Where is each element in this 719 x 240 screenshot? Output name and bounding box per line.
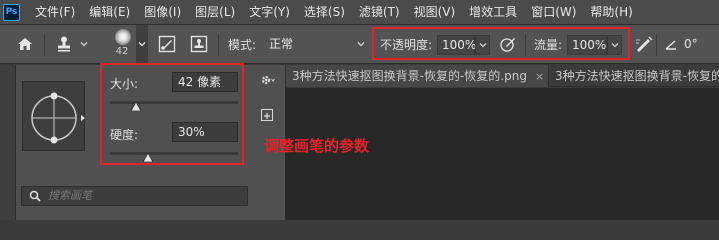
size-slider[interactable] xyxy=(110,101,238,104)
tab-document-2[interactable]: 3种方法快速抠图换背景-恢复的 xyxy=(549,65,719,87)
hardness-slider[interactable] xyxy=(110,152,238,155)
gear-icon xyxy=(261,75,275,85)
angle-value: 0° xyxy=(684,37,698,51)
document-tabs: 3种方法快速抠图换背景-恢复的-恢复的.png × 3种方法快速抠图换背景-恢复的 xyxy=(286,65,719,87)
menu-item[interactable]: 增效工具 xyxy=(462,0,524,24)
pen-pressure-icon xyxy=(500,38,515,52)
search-placeholder: 搜索画笔 xyxy=(48,189,92,202)
new-preset-button[interactable] xyxy=(261,109,273,121)
menu-item[interactable]: 图像(I) xyxy=(137,0,188,24)
chevron-down-icon xyxy=(357,42,365,47)
pressure-opacity-button[interactable] xyxy=(499,25,517,63)
plus-icon xyxy=(264,113,270,119)
size-input[interactable]: 42 像素 xyxy=(172,72,238,92)
brush-settings-button[interactable] xyxy=(158,25,176,63)
hardness-slider-thumb[interactable] xyxy=(143,153,154,162)
menu-item[interactable]: 滤镜(T) xyxy=(352,0,407,24)
brush-size-readout: 42 xyxy=(115,46,129,57)
airbrush-icon xyxy=(636,36,653,52)
photoshop-logo[interactable]: Ps xyxy=(3,3,20,21)
mode-select[interactable]: 正常 xyxy=(265,35,368,55)
chevron-down-icon xyxy=(138,42,146,47)
opacity-input[interactable]: 100% xyxy=(437,35,477,55)
mode-value: 正常 xyxy=(269,37,294,51)
tab-title: 3种方法快速抠图换背景-恢复的 xyxy=(555,69,719,83)
brush-angle-control[interactable]: 0° xyxy=(664,25,698,63)
menu-item[interactable]: 图层(L) xyxy=(188,0,242,24)
size-label: 大小: xyxy=(110,77,139,91)
panel-settings-button[interactable] xyxy=(259,72,275,88)
flow-dropdown[interactable] xyxy=(607,35,622,55)
menu-items: 文件(F) 编辑(E) 图像(I) 图层(L) 文字(Y) 选择(S) 滤镜(T) 视图(V)… xyxy=(28,0,640,24)
brush-tip-icon xyxy=(115,29,131,45)
hardness-label: 硬度: xyxy=(110,128,139,142)
close-icon[interactable]: × xyxy=(535,70,544,83)
brush-preset-picker[interactable]: 42 xyxy=(108,25,148,63)
brush-settings-icon xyxy=(158,35,176,53)
flow-input[interactable]: 100% xyxy=(567,35,607,55)
angle-icon xyxy=(665,40,676,50)
menu-item[interactable]: 编辑(E) xyxy=(82,0,137,24)
tab-title: 3种方法快速抠图换背景-恢复的-恢复的.png xyxy=(292,69,527,83)
home-icon xyxy=(18,38,32,50)
tab-document-1[interactable]: 3种方法快速抠图换背景-恢复的-恢复的.png × xyxy=(286,65,548,87)
airbrush-button[interactable] xyxy=(634,25,654,63)
separator xyxy=(44,34,45,56)
tool-strip xyxy=(0,65,16,220)
hardness-input[interactable]: 30% xyxy=(172,122,238,142)
brush-picker-toggle[interactable] xyxy=(136,25,148,63)
tool-preset-picker[interactable] xyxy=(55,25,89,63)
menu-item[interactable]: 文字(Y) xyxy=(242,0,297,24)
separator xyxy=(525,34,526,56)
menu-item[interactable]: 视图(V) xyxy=(407,0,463,24)
chevron-down-icon xyxy=(611,43,619,48)
clone-source-icon xyxy=(190,35,208,53)
options-bar: 42 模式: 正常 不透明度: 100% 流量: 100% 0° xyxy=(0,24,719,64)
brush-preview: 42 xyxy=(108,25,136,63)
annotation-text: 调整画笔的参数 xyxy=(264,137,370,155)
clone-source-button[interactable] xyxy=(190,25,208,63)
separator xyxy=(218,34,219,56)
hardness-value: 30% xyxy=(178,125,205,139)
chevron-down-icon xyxy=(479,43,487,48)
menu-item[interactable]: 文件(F) xyxy=(28,0,82,24)
stamp-icon xyxy=(58,36,70,52)
brush-search-field[interactable]: 搜索画笔 xyxy=(21,186,248,206)
flow-label: 流量: xyxy=(534,37,563,52)
size-slider-thumb[interactable] xyxy=(130,102,141,111)
opacity-label: 不透明度: xyxy=(380,37,433,52)
opacity-value: 100% xyxy=(442,38,477,52)
search-icon xyxy=(29,190,41,202)
flow-value: 100% xyxy=(572,38,607,52)
brush-tip-preview[interactable] xyxy=(22,81,85,151)
size-value: 42 像素 xyxy=(178,75,222,89)
menu-bar: Ps 文件(F) 编辑(E) 图像(I) 图层(L) 文字(Y) 选择(S) 滤镜(T) 视图… xyxy=(0,0,719,24)
chevron-down-icon xyxy=(80,42,88,47)
menu-item[interactable]: 选择(S) xyxy=(297,0,352,24)
opacity-dropdown[interactable] xyxy=(475,35,490,55)
home-button[interactable] xyxy=(17,25,33,63)
separator xyxy=(656,34,657,56)
separator xyxy=(373,34,374,56)
menu-item[interactable]: 窗口(W) xyxy=(524,0,583,24)
brush-tip-angle-icon xyxy=(31,92,85,144)
menu-item[interactable]: 帮助(H) xyxy=(583,0,639,24)
mode-label: 模式: xyxy=(228,37,257,52)
